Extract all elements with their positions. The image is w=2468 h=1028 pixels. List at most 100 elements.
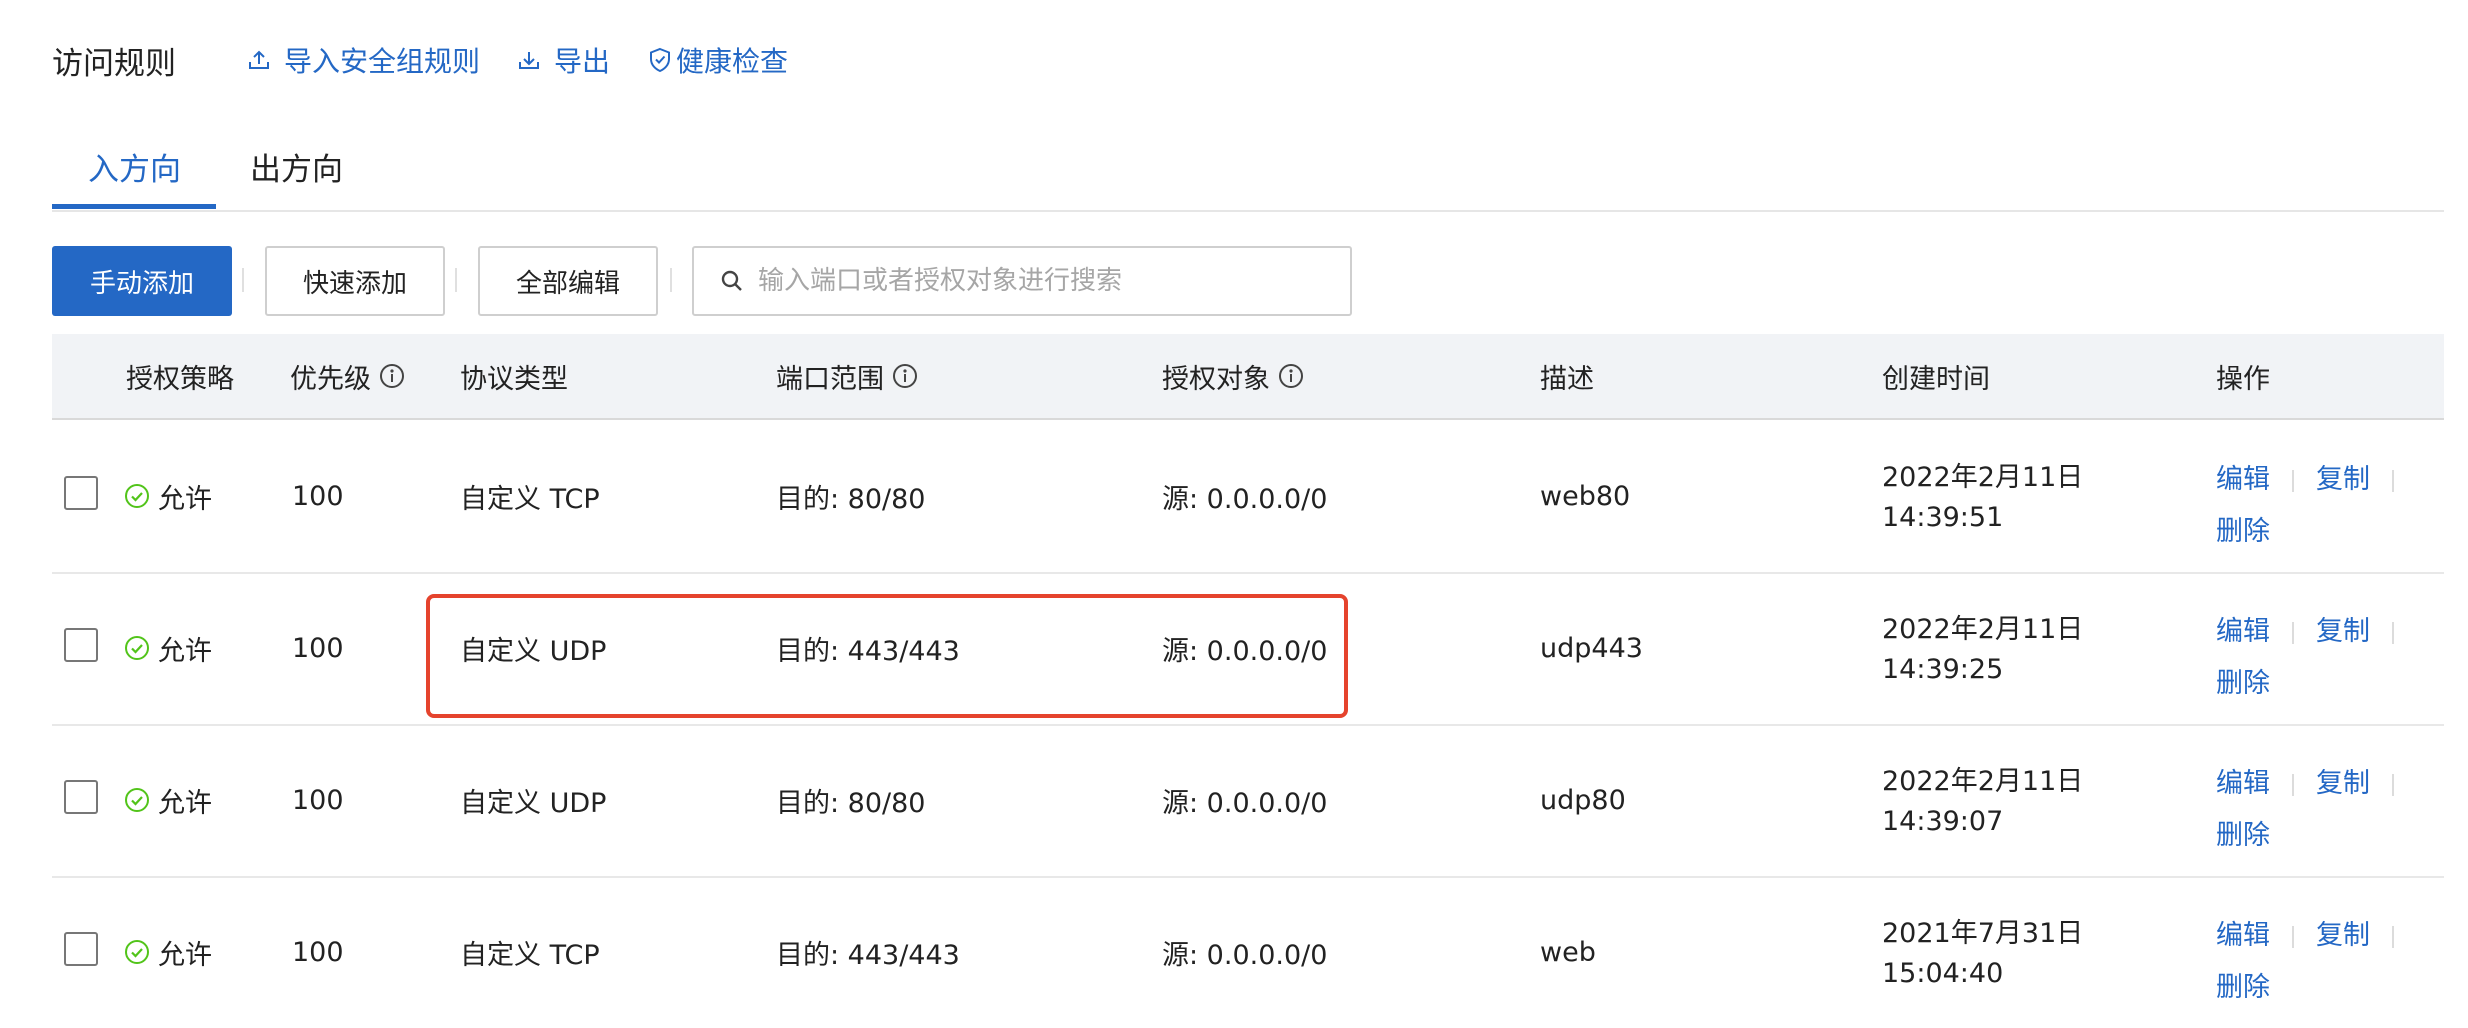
created-date: 2022年2月11日: [1882, 462, 2084, 493]
description-cell: web: [1540, 936, 1596, 968]
col-header-port-label: 端口范围: [776, 363, 884, 395]
port-range-cell: 目的: 80/80: [776, 787, 926, 819]
import-rules-link[interactable]: 导入安全组规则: [248, 40, 480, 80]
link-divider: [2292, 621, 2294, 644]
health-check-label: 健康检查: [676, 45, 789, 78]
active-tab-indicator: [52, 204, 216, 209]
target-cell: 源: 0.0.0.0/0: [1162, 939, 1328, 971]
col-header-actions-label: 操作: [2216, 363, 2270, 395]
link-divider: [2292, 773, 2294, 796]
created-date: 2021年7月31日: [1882, 918, 2084, 949]
actions-cell: 编辑 复制 删除: [2216, 606, 2416, 710]
link-divider: [2292, 469, 2294, 492]
policy-label: 允许: [158, 787, 212, 819]
delete-link[interactable]: 删除: [2216, 668, 2270, 699]
policy-cell: 允许: [124, 420, 212, 572]
manual-add-button[interactable]: 手动添加: [52, 246, 232, 316]
table-row: 允许 100 自定义 TCP 目的: 80/80 源: 0.0.0.0/0 we…: [52, 420, 2444, 574]
priority-cell: 100: [292, 632, 344, 664]
description-cell: udp443: [1540, 632, 1643, 664]
edit-link[interactable]: 编辑: [2216, 464, 2270, 495]
policy-cell: 允许: [124, 572, 212, 724]
created-clock: 14:39:07: [1882, 806, 2004, 837]
target-cell: 源: 0.0.0.0/0: [1162, 787, 1328, 819]
protocol-cell: 自定义 UDP: [460, 787, 607, 819]
copy-link[interactable]: 复制: [2316, 464, 2370, 495]
search-input[interactable]: [756, 265, 1320, 297]
protocol-cell: 自定义 TCP: [460, 483, 600, 515]
edit-all-button[interactable]: 全部编辑: [478, 246, 658, 316]
search-icon: [721, 270, 742, 291]
delete-link[interactable]: 删除: [2216, 516, 2270, 547]
toolbar-divider: [455, 268, 457, 292]
link-divider: [2392, 925, 2394, 948]
page-title: 访问规则: [52, 45, 176, 82]
col-header-target: 授权对象: [1162, 334, 1304, 418]
check-circle-icon: [125, 484, 149, 508]
export-label: 导出: [554, 45, 611, 78]
policy-cell: 允许: [124, 876, 212, 1028]
col-header-priority: 优先级: [290, 334, 405, 418]
delete-link[interactable]: 删除: [2216, 820, 2270, 851]
col-header-created: 创建时间: [1882, 334, 1990, 418]
tab-inbound[interactable]: 入方向: [88, 144, 181, 189]
toolbar-divider: [670, 268, 672, 292]
col-header-protocol-label: 协议类型: [460, 363, 568, 395]
header-bar: 访问规则 导入安全组规则 导出 健康检查: [52, 34, 826, 86]
export-link[interactable]: 导出: [518, 40, 610, 80]
port-range-cell: 目的: 80/80: [776, 483, 926, 515]
toolbar-divider: [242, 268, 244, 292]
direction-tabs: 入方向 出方向: [52, 130, 2444, 212]
col-header-protocol: 协议类型: [460, 334, 568, 418]
table-header: 授权策略 优先级 协议类型 端口范围 授权对象 描述 创建时间 操作: [52, 334, 2444, 420]
info-icon[interactable]: [1278, 363, 1304, 389]
priority-cell: 100: [292, 480, 344, 512]
policy-label: 允许: [158, 939, 212, 971]
upload-icon: [249, 50, 269, 69]
col-header-description: 描述: [1540, 334, 1594, 418]
col-header-target-label: 授权对象: [1162, 363, 1270, 395]
table-row: 允许 100 自定义 UDP 目的: 80/80 源: 0.0.0.0/0 ud…: [52, 724, 2444, 878]
policy-cell: 允许: [124, 724, 212, 876]
row-checkbox[interactable]: [64, 780, 98, 814]
description-cell: udp80: [1540, 784, 1626, 816]
priority-cell: 100: [292, 784, 344, 816]
col-header-policy: 授权策略: [126, 334, 234, 418]
access-rules-page: 访问规则 导入安全组规则 导出 健康检查 入方向 出方向 手动添加 快速添加 全…: [0, 0, 2468, 1012]
col-header-policy-label: 授权策略: [126, 363, 234, 395]
protocol-cell: 自定义 TCP: [460, 939, 600, 971]
created-time-cell: 2022年2月11日 14:39:07: [1882, 762, 2083, 842]
search-box: [692, 246, 1352, 316]
copy-link[interactable]: 复制: [2316, 768, 2370, 799]
health-check-link[interactable]: 健康检查: [648, 40, 788, 80]
row-checkbox[interactable]: [64, 628, 98, 662]
link-divider: [2392, 469, 2394, 492]
created-clock: 14:39:25: [1882, 654, 2004, 685]
quick-add-button[interactable]: 快速添加: [265, 246, 445, 316]
created-date: 2022年2月11日: [1882, 614, 2084, 645]
port-range-cell: 目的: 443/443: [776, 939, 960, 971]
edit-link[interactable]: 编辑: [2216, 920, 2270, 951]
col-header-port: 端口范围: [776, 334, 918, 418]
info-icon[interactable]: [892, 363, 918, 389]
actions-cell: 编辑 复制 删除: [2216, 910, 2416, 1014]
delete-link[interactable]: 删除: [2216, 972, 2270, 1003]
row-checkbox[interactable]: [64, 476, 98, 510]
policy-label: 允许: [158, 483, 212, 515]
check-circle-icon: [125, 788, 149, 812]
highlight-box: [426, 594, 1348, 718]
shield-check-icon: [650, 47, 671, 73]
priority-cell: 100: [292, 936, 344, 968]
created-date: 2022年2月11日: [1882, 766, 2084, 797]
edit-link[interactable]: 编辑: [2216, 616, 2270, 647]
row-checkbox[interactable]: [64, 932, 98, 966]
table-row: 允许 100 自定义 TCP 目的: 443/443 源: 0.0.0.0/0 …: [52, 876, 2444, 1028]
created-time-cell: 2022年2月11日 14:39:51: [1882, 458, 2083, 538]
description-cell: web80: [1540, 480, 1631, 512]
copy-link[interactable]: 复制: [2316, 920, 2370, 951]
copy-link[interactable]: 复制: [2316, 616, 2370, 647]
tab-outbound[interactable]: 出方向: [250, 144, 343, 189]
info-icon[interactable]: [379, 363, 405, 389]
link-divider: [2292, 925, 2294, 948]
edit-link[interactable]: 编辑: [2216, 768, 2270, 799]
